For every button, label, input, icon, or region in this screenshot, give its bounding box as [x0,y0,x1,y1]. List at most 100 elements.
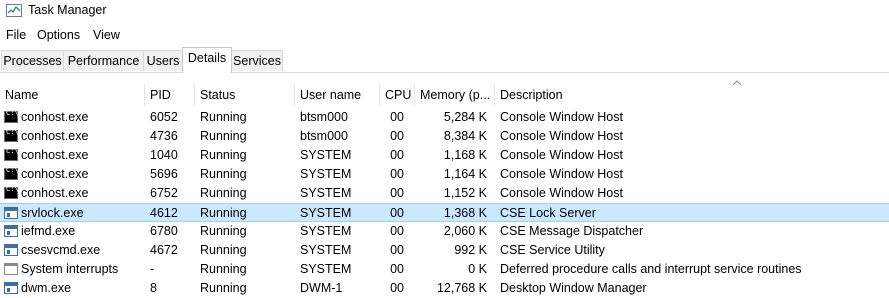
tab-details[interactable]: Details [182,47,232,73]
process-status: Running [200,243,247,257]
process-pid: 4736 [150,129,178,143]
process-pid: 6752 [150,186,178,200]
process-cpu: 00 [390,129,404,143]
console-icon [4,166,19,180]
process-cpu: 00 [390,110,404,124]
table-row-selected[interactable]: srvlock.exe 4612 Running SYSTEM 00 1,368… [0,203,889,222]
process-name: conhost.exe [21,110,89,124]
column-header-status[interactable]: Status [195,84,295,106]
process-description: Console Window Host [500,129,623,143]
column-header-row: Name PID Status User name CPU Memory (p.… [0,84,889,106]
task-manager-icon [6,4,22,17]
menu-options[interactable]: Options [37,28,80,42]
process-status: Running [200,224,247,238]
process-pid: 6052 [150,110,178,124]
process-description: CSE Service Utility [500,243,605,257]
process-cpu: 00 [390,243,404,257]
tab-performance[interactable]: Performance [63,50,144,71]
column-header-name[interactable]: Name [0,84,145,106]
table-row[interactable]: conhost.exe 6752 Running SYSTEM 00 1,152… [0,184,889,203]
process-description: Console Window Host [500,110,623,124]
app-window-icon [4,225,18,237]
process-user: SYSTEM [300,206,352,220]
menu-bar: File Options View [0,24,889,46]
app-window-icon [4,282,18,294]
process-cpu: 00 [390,186,404,200]
process-description: Console Window Host [500,148,623,162]
menu-view[interactable]: View [93,28,120,42]
table-row[interactable]: conhost.exe 1040 Running SYSTEM 00 1,168… [0,146,889,165]
tab-bar: Processes Performance Users Details Serv… [0,46,889,73]
console-icon [4,147,19,161]
process-status: Running [200,262,247,276]
process-cpu: 00 [390,148,404,162]
process-memory: 1,152 K [443,186,487,200]
process-cpu: 00 [390,167,404,181]
process-pid: 5696 [150,167,178,181]
tab-services[interactable]: Services [231,50,283,71]
process-memory: 8,384 K [443,129,487,143]
plain-window-icon [4,263,18,275]
column-header-user[interactable]: User name [295,84,380,106]
process-user: SYSTEM [300,243,352,257]
process-cpu: 00 [390,262,404,276]
process-memory: 1,168 K [443,148,487,162]
process-status: Running [200,129,247,143]
process-memory: 5,284 K [443,110,487,124]
tab-processes[interactable]: Processes [1,50,64,71]
column-header-cpu[interactable]: CPU [380,84,415,106]
process-pid: 4612 [150,206,178,220]
process-memory: 1,368 K [443,206,487,220]
menu-file[interactable]: File [6,28,26,42]
process-name: conhost.exe [21,148,89,162]
process-description: CSE Lock Server [500,206,596,220]
process-name: conhost.exe [21,186,89,200]
process-user: SYSTEM [300,148,352,162]
process-pid: - [150,262,155,276]
process-name: conhost.exe [21,129,89,143]
process-name: csesvcmd.exe [21,243,101,257]
process-name: iefmd.exe [21,224,76,238]
process-description: Deferred procedure calls and interrupt s… [500,262,802,276]
process-cpu: 00 [390,206,404,220]
process-user: SYSTEM [300,167,352,181]
table-row[interactable]: iefmd.exe 6780 Running SYSTEM 00 2,060 K… [0,222,889,241]
process-cpu: 00 [390,224,404,238]
process-user: btsm000 [300,129,348,143]
process-memory: 2,060 K [443,224,487,238]
console-icon [4,109,19,123]
console-icon [4,185,19,199]
tab-users[interactable]: Users [143,50,183,71]
process-memory: 1,164 K [443,167,487,181]
process-status: Running [200,110,247,124]
table-row[interactable]: csesvcmd.exe 4672 Running SYSTEM 00 992 … [0,241,889,260]
process-status: Running [200,148,247,162]
process-description: Console Window Host [500,186,623,200]
process-user: SYSTEM [300,224,352,238]
process-status: Running [200,186,247,200]
process-name: System interrupts [21,262,119,276]
process-pid: 6780 [150,224,178,238]
column-header-description[interactable]: Description [495,84,889,106]
table-row[interactable]: conhost.exe 4736 Running btsm000 00 8,38… [0,127,889,146]
table-row[interactable]: System interrupts - Running SYSTEM 00 0 … [0,260,889,279]
process-status: Running [200,167,247,181]
process-memory: 992 K [454,243,487,257]
process-pid: 1040 [150,148,178,162]
app-window-icon [4,207,18,219]
column-header-pid[interactable]: PID [145,84,195,106]
process-name: srvlock.exe [21,206,84,220]
process-name: conhost.exe [21,167,89,181]
process-memory: 0 K [468,262,487,276]
table-row[interactable]: conhost.exe 6052 Running btsm000 00 5,28… [0,108,889,127]
process-description: CSE Message Dispatcher [500,224,644,238]
app-window-icon [4,244,18,256]
process-user: SYSTEM [300,262,352,276]
process-description: Console Window Host [500,167,623,181]
title-bar: Task Manager [0,0,889,22]
process-user: SYSTEM [300,186,352,200]
table-row[interactable]: conhost.exe 5696 Running SYSTEM 00 1,164… [0,165,889,184]
process-status: Running [200,206,247,220]
process-pid: 4672 [150,243,178,257]
column-header-memory[interactable]: Memory (p... [415,84,495,106]
